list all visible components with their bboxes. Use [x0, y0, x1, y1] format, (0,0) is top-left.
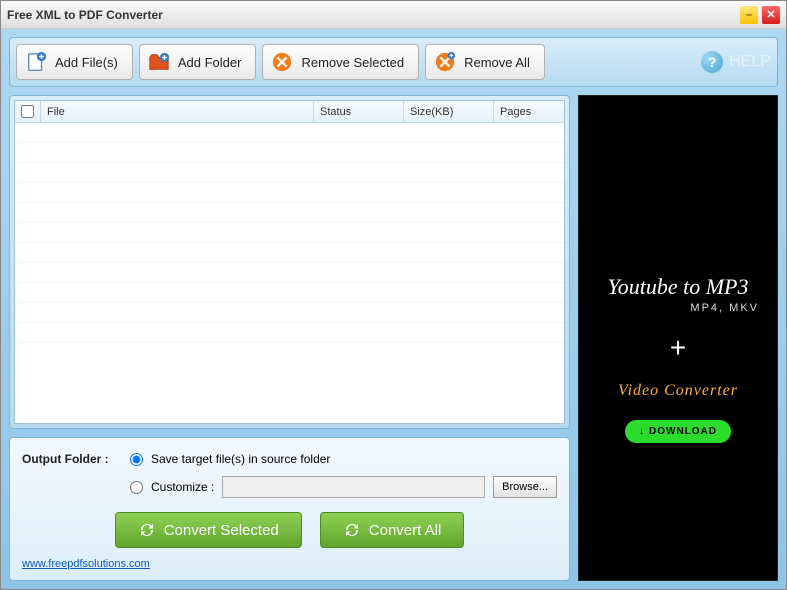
custom-path-input[interactable] — [222, 476, 485, 498]
file-table-panel: File Status Size(KB) Pages — [9, 95, 570, 429]
remove-selected-label: Remove Selected — [301, 55, 404, 70]
toolbar: Add File(s) Add Folder Remove Selected R… — [9, 37, 778, 87]
header-checkbox-cell — [15, 101, 41, 122]
left-column: File Status Size(KB) Pages — [9, 95, 570, 581]
add-folder-label: Add Folder — [178, 55, 242, 70]
remove-all-button[interactable]: Remove All — [425, 44, 545, 80]
table-row — [15, 243, 564, 263]
minimize-button[interactable]: – — [740, 6, 758, 24]
radio-customize-label: Customize : — [151, 480, 214, 494]
file-table: File Status Size(KB) Pages — [14, 100, 565, 424]
remove-all-icon — [434, 51, 456, 73]
table-row — [15, 163, 564, 183]
ad-download-button[interactable]: ↓ DOWNLOAD — [625, 420, 731, 443]
header-file[interactable]: File — [41, 101, 314, 122]
ad-video-converter: Video Converter — [618, 382, 738, 400]
table-row — [15, 223, 564, 243]
folder-plus-icon — [148, 51, 170, 73]
output-panel: Output Folder : Save target file(s) in s… — [9, 437, 570, 581]
refresh-icon — [138, 521, 156, 539]
output-folder-label: Output Folder : — [22, 452, 122, 466]
header-pages[interactable]: Pages — [494, 101, 564, 122]
refresh-icon — [343, 521, 361, 539]
table-row — [15, 323, 564, 343]
browse-button[interactable]: Browse... — [493, 476, 557, 498]
window-title: Free XML to PDF Converter — [7, 8, 736, 22]
select-all-checkbox[interactable] — [21, 105, 34, 118]
convert-all-button[interactable]: Convert All — [320, 512, 465, 548]
radio-source-folder[interactable] — [130, 453, 143, 466]
help-icon: ? — [701, 51, 723, 73]
table-row — [15, 183, 564, 203]
convert-selected-button[interactable]: Convert Selected — [115, 512, 302, 548]
ad-subtitle: MP4, MKV — [690, 302, 759, 314]
table-body[interactable] — [15, 123, 564, 423]
main-row: File Status Size(KB) Pages — [9, 95, 778, 581]
close-button[interactable]: ✕ — [762, 6, 780, 24]
output-row-source: Output Folder : Save target file(s) in s… — [22, 452, 557, 466]
convert-selected-label: Convert Selected — [164, 522, 279, 539]
ad-download-label: DOWNLOAD — [649, 426, 717, 437]
ad-title: Youtube to MP3 — [608, 274, 749, 300]
remove-all-label: Remove All — [464, 55, 530, 70]
header-size[interactable]: Size(KB) — [404, 101, 494, 122]
radio-source-label: Save target file(s) in source folder — [151, 452, 330, 466]
table-row — [15, 303, 564, 323]
download-arrow-icon: ↓ — [639, 426, 645, 437]
table-row — [15, 123, 564, 143]
help-button[interactable]: ? HELP — [701, 51, 771, 73]
output-row-custom: Customize : Browse... — [22, 476, 557, 498]
ad-panel: Youtube to MP3 MP4, MKV + Video Converte… — [578, 95, 778, 581]
remove-selected-icon — [271, 51, 293, 73]
header-status[interactable]: Status — [314, 101, 404, 122]
table-row — [15, 143, 564, 163]
app-window: Free XML to PDF Converter – ✕ Add File(s… — [0, 0, 787, 590]
radio-customize[interactable] — [130, 481, 143, 494]
help-label: HELP — [729, 53, 771, 71]
table-row — [15, 263, 564, 283]
table-header: File Status Size(KB) Pages — [15, 101, 564, 123]
table-row — [15, 283, 564, 303]
add-files-label: Add File(s) — [55, 55, 118, 70]
content-area: Add File(s) Add Folder Remove Selected R… — [1, 29, 786, 589]
remove-selected-button[interactable]: Remove Selected — [262, 44, 419, 80]
convert-row: Convert Selected Convert All — [22, 512, 557, 548]
website-link[interactable]: www.freepdfsolutions.com — [22, 558, 150, 570]
add-folder-button[interactable]: Add Folder — [139, 44, 257, 80]
titlebar: Free XML to PDF Converter – ✕ — [1, 1, 786, 29]
table-row — [15, 203, 564, 223]
ad-plus-icon: + — [670, 332, 686, 364]
file-plus-icon — [25, 51, 47, 73]
footer-link-row: www.freepdfsolutions.com — [22, 558, 557, 570]
add-files-button[interactable]: Add File(s) — [16, 44, 133, 80]
convert-all-label: Convert All — [369, 522, 442, 539]
